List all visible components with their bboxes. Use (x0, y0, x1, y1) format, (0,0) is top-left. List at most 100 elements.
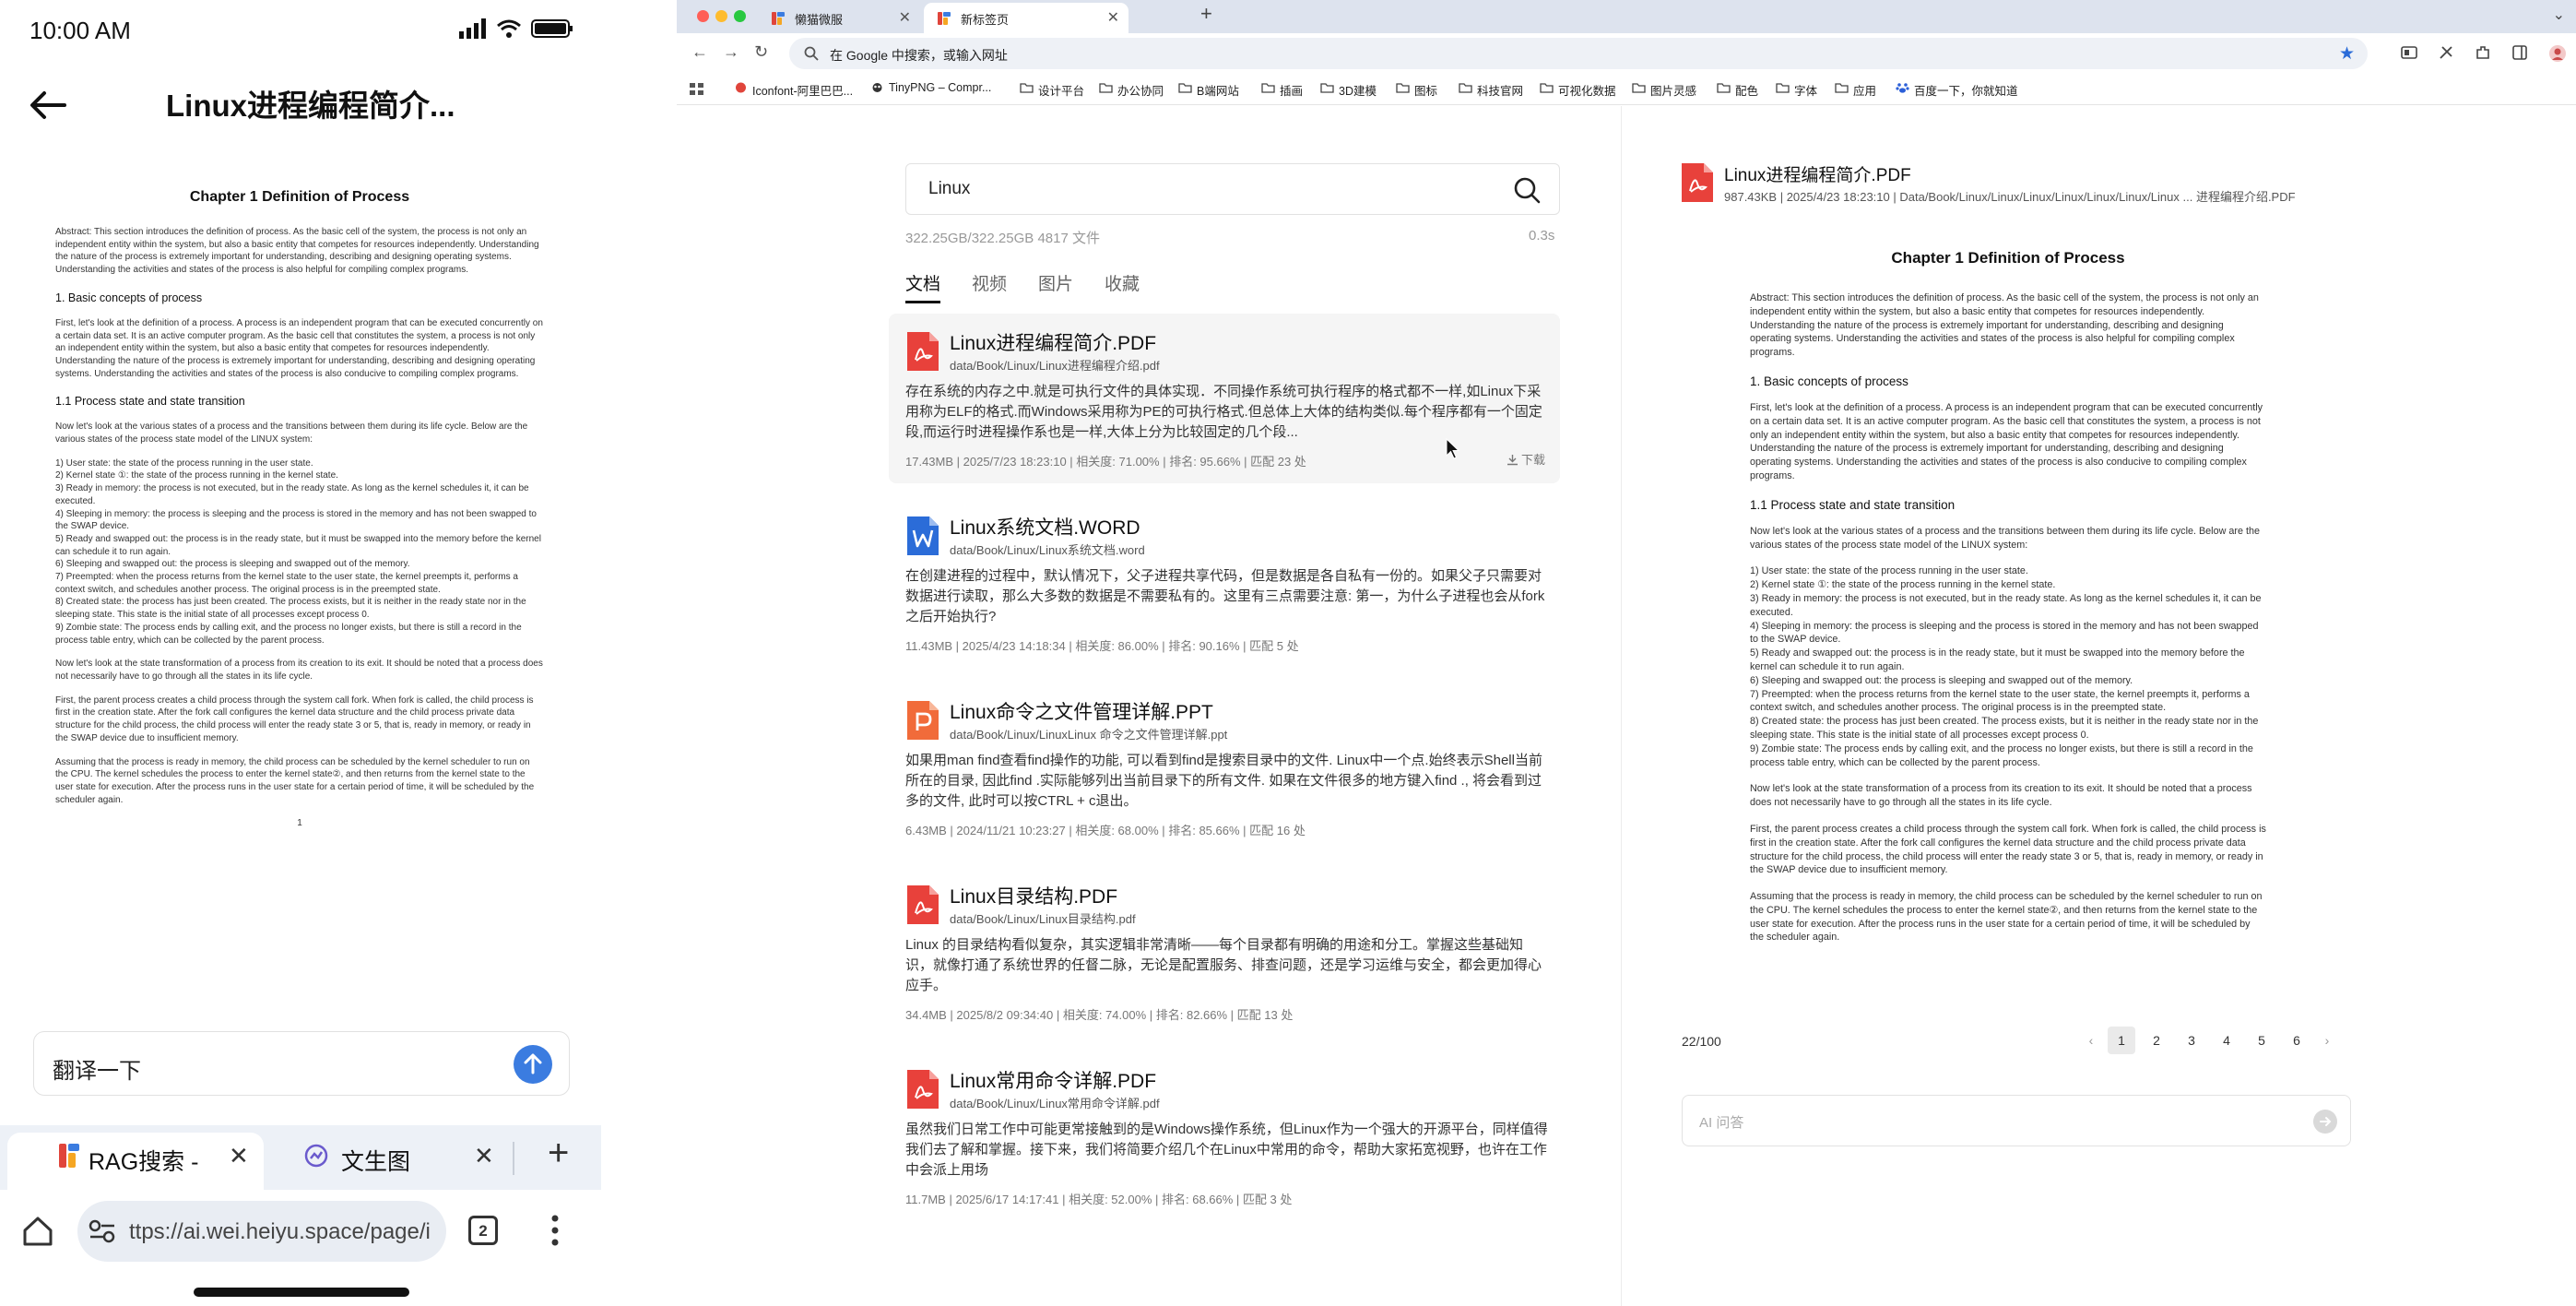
doc-state-item: 1) User state: the state of the process … (55, 457, 313, 469)
page-button[interactable]: 6 (2283, 1027, 2310, 1054)
page-button[interactable]: 2 (2143, 1027, 2170, 1054)
doc-state-item: 7) Preempted: when the process returns f… (55, 572, 518, 595)
result-item[interactable]: Linux系统文档.WORD data/Book/Linux/Linux系统文档… (889, 498, 1560, 668)
tab-count-button[interactable]: 2 (468, 1216, 498, 1245)
avatar[interactable] (2548, 44, 2567, 63)
search-icon[interactable] (1513, 176, 1541, 204)
close-icon[interactable]: ✕ (229, 1142, 249, 1170)
ppt-file-icon (907, 701, 939, 740)
more-menu-icon[interactable] (549, 1214, 561, 1247)
result-path: data/Book/Linux/Linux系统文档.word (950, 543, 1145, 557)
bookmark-folder[interactable]: 图标 (1396, 81, 1437, 99)
bookmark-folder[interactable]: B端网站 (1178, 81, 1239, 99)
bookmark-folder[interactable]: 办公协同 (1099, 81, 1164, 99)
result-name[interactable]: Linux进程编程简介.PDF (950, 328, 1156, 356)
site-settings-icon[interactable] (89, 1219, 116, 1243)
page-counter: 22/100 (1682, 1034, 1721, 1049)
new-tab-button[interactable]: + (1200, 2, 1212, 26)
bookmark-folder[interactable]: 图片灵感 (1632, 81, 1696, 99)
tab-videos[interactable]: 视频 (972, 270, 1007, 303)
close-icon[interactable]: ✕ (474, 1142, 494, 1170)
status-bar: 10:00 AM (0, 0, 601, 63)
search-input[interactable]: Linux (905, 163, 1560, 215)
close-icon[interactable]: ✕ (1107, 8, 1119, 27)
app-logo-icon (59, 1144, 79, 1168)
result-name[interactable]: Linux常用命令详解.PDF (950, 1066, 1156, 1094)
omnibox[interactable]: 在 Google 中搜索，或输入网址 ★ (789, 38, 2368, 69)
page-button[interactable]: 5 (2248, 1027, 2275, 1054)
result-path: data/Book/Linux/Linux目录结构.pdf (950, 912, 1136, 926)
folder-icon (1178, 83, 1192, 93)
puzzle-icon[interactable] (2475, 44, 2491, 61)
new-tab-button[interactable]: + (548, 1133, 569, 1174)
doc-section-title: 1.1 Process state and state transition (1750, 497, 1956, 512)
tab-favorites[interactable]: 收藏 (1105, 270, 1140, 303)
result-item[interactable]: Linux目录结构.PDF data/Book/Linux/Linux目录结构.… (889, 867, 1560, 1037)
prev-page-button[interactable]: ‹ (2082, 1027, 2100, 1054)
ai-send-button[interactable] (2313, 1110, 2337, 1134)
close-icon[interactable]: ✕ (899, 8, 911, 27)
doc-state-item: 7) Preempted: when the process returns f… (1750, 688, 2250, 714)
window-zoom-button[interactable] (734, 10, 746, 22)
window-close-button[interactable] (697, 10, 709, 22)
page-button[interactable]: 1 (2108, 1027, 2135, 1054)
bookmark-folder[interactable]: 插画 (1261, 81, 1303, 99)
folder-icon (1717, 83, 1731, 93)
chat-input[interactable]: 翻译一下 (33, 1031, 570, 1096)
mobile-tab-label[interactable]: 文生图 (341, 1144, 410, 1177)
forward-icon[interactable]: → (723, 42, 739, 62)
folder-icon (1396, 83, 1410, 93)
send-button[interactable] (514, 1045, 552, 1084)
folder-icon (1099, 83, 1113, 93)
tools-icon[interactable] (2438, 44, 2454, 61)
bookmark-iconfont[interactable]: Iconfont-阿里巴巴... (734, 81, 853, 99)
result-name[interactable]: Linux目录结构.PDF (950, 882, 1117, 909)
bookmark-folder[interactable]: 配色 (1717, 81, 1758, 99)
extension-icon[interactable] (2401, 44, 2417, 61)
back-arrow-icon[interactable] (26, 83, 70, 127)
result-path: data/Book/Linux/Linux常用命令详解.pdf (950, 1097, 1160, 1110)
ai-input-placeholder: AI 问答 (1699, 1115, 1744, 1131)
doc-page-number: 1 (297, 818, 302, 829)
bookmark-tinypng[interactable]: TinyPNG – Compr... (870, 81, 991, 94)
arrow-right-icon (2320, 1117, 2332, 1126)
result-name[interactable]: Linux系统文档.WORD (950, 513, 1140, 540)
result-name[interactable]: Linux命令之文件管理详解.PPT (950, 697, 1213, 725)
bookmark-star-icon[interactable]: ★ (2339, 43, 2355, 65)
pdf-file-icon (907, 1070, 939, 1109)
window-minimize-button[interactable] (715, 10, 727, 22)
result-snippet: 虽然我们日常工作中可能更常接触到的是Windows操作系统，但Linux作为一个… (905, 1122, 1548, 1178)
bookmark-folder[interactable]: 科技官网 (1459, 81, 1523, 99)
doc-state-item: 4) Sleeping in memory: the process is sl… (55, 508, 537, 532)
browser-tab-lazycat[interactable]: 懒猫微服 ✕ (758, 3, 920, 33)
tab-images[interactable]: 图片 (1038, 270, 1073, 303)
chevron-down-icon[interactable]: ⌄ (2553, 6, 2565, 24)
pdf-file-icon (1682, 163, 1713, 202)
bookmark-folder[interactable]: 字体 (1776, 81, 1817, 99)
download-button[interactable]: 下载 (1507, 450, 1545, 468)
back-icon[interactable]: ← (691, 42, 708, 62)
bookmark-folder[interactable]: 设计平台 (1020, 81, 1084, 99)
folder-icon (1459, 83, 1472, 93)
bookmark-folder[interactable]: 3D建模 (1320, 81, 1377, 99)
doc-paragraph: First, the parent process creates a chil… (1750, 823, 2266, 876)
bookmark-baidu[interactable]: 百度一下，你就知道 (1896, 81, 2018, 99)
result-snippet: 如果用man find查看find操作的功能, 可以看到find是搜索目录中的文… (905, 753, 1542, 809)
page-button[interactable]: 3 (2178, 1027, 2205, 1054)
bookmark-folder[interactable]: 可视化数据 (1540, 81, 1616, 99)
browser-tab-label: 懒猫微服 (795, 13, 844, 27)
result-item[interactable]: Linux命令之文件管理详解.PPT data/Book/Linux/Linux… (889, 683, 1560, 852)
side-panel-icon[interactable] (2511, 44, 2528, 61)
page-button[interactable]: 4 (2213, 1027, 2240, 1054)
tab-documents[interactable]: 文档 (905, 270, 941, 303)
result-item[interactable]: Linux常用命令详解.PDF data/Book/Linux/Linux常用命… (889, 1051, 1560, 1221)
next-page-button[interactable]: › (2318, 1027, 2336, 1054)
ai-question-input[interactable]: AI 问答 (1682, 1095, 2351, 1146)
browser-tab-newtab[interactable]: 新标签页 ✕ (924, 3, 1128, 33)
folder-icon (1835, 83, 1849, 93)
reload-icon[interactable]: ↻ (754, 42, 768, 62)
doc-paragraph: Assuming that the process is ready in me… (55, 756, 535, 805)
home-icon[interactable] (20, 1214, 55, 1249)
bookmark-folder[interactable]: 应用 (1835, 81, 1876, 99)
apps-grid-icon[interactable] (690, 83, 704, 96)
